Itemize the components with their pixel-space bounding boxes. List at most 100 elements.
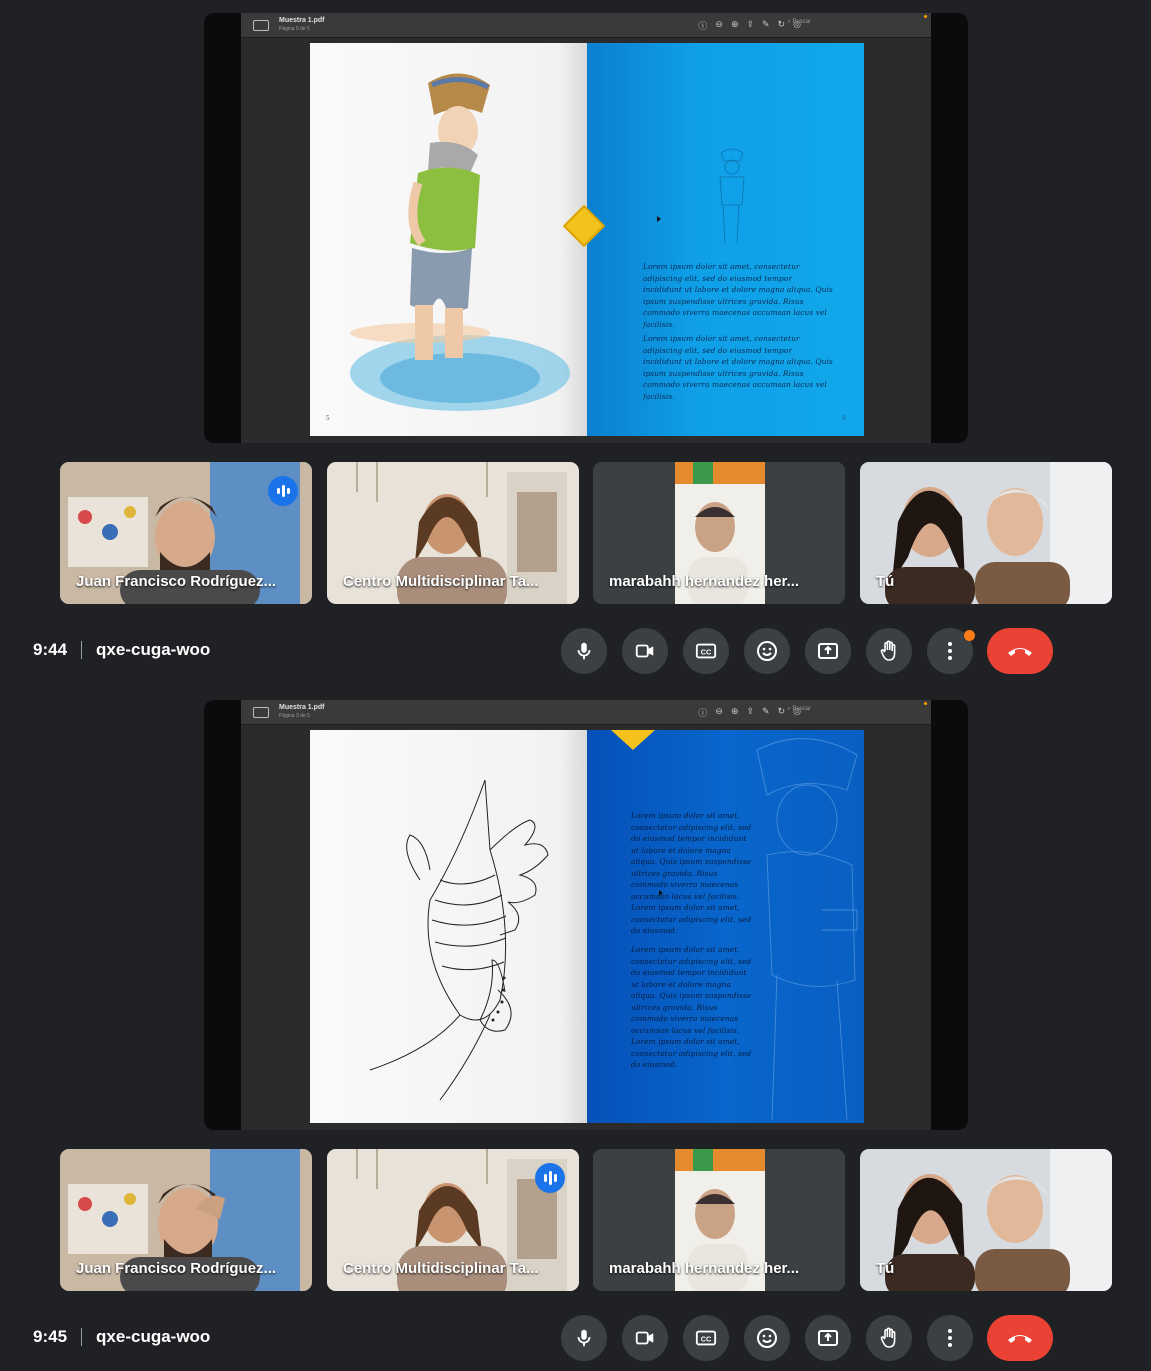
document-title: Muestra 1.pdf — [279, 704, 325, 711]
viewer-toolbar: Muestra 1.pdf Página 3 de 5 ⓘ ⊖ ⊕ ⇪ ✎ ↻ … — [241, 700, 931, 725]
story-text-1: Lorem ipsum dolor sit amet, consectetur … — [643, 262, 833, 329]
participant-tile[interactable]: Centro Multidisciplinar Ta... — [327, 1149, 579, 1291]
participant-tile[interactable]: marabahh hernandez her... — [593, 1149, 845, 1291]
more-options-button[interactable] — [927, 1315, 973, 1361]
markup-pen-icon[interactable]: ✎ — [762, 706, 770, 719]
phone-hangup-icon — [1008, 648, 1032, 656]
search-placeholder: Buscar — [792, 706, 811, 712]
present-button[interactable] — [805, 628, 851, 674]
participant-tile[interactable]: Tú — [860, 1149, 1112, 1291]
reactions-button[interactable] — [744, 628, 790, 674]
share-icon[interactable]: ⇪ — [747, 19, 755, 32]
participant-tile[interactable]: Centro Multidisciplinar Ta... — [327, 462, 579, 604]
captions-button[interactable]: CC — [683, 1315, 729, 1361]
viewer-search[interactable]: ⌕ Buscar — [787, 706, 811, 713]
participant-name: Tú — [876, 573, 895, 590]
sketch-figure — [719, 148, 745, 244]
sidebar-toggle-icon[interactable] — [253, 19, 269, 31]
hand-icon — [880, 640, 896, 661]
search-placeholder: Buscar — [792, 19, 811, 25]
pdf-viewer: Muestra 1.pdf Página 5 de 5 ⓘ ⊖ ⊕ ⇪ ✎ ↻ … — [241, 13, 931, 443]
participant-name: Centro Multidisciplinar Ta... — [343, 1260, 539, 1277]
hand-icon — [880, 1327, 896, 1348]
meet-call-screenshot-1: Muestra 1.pdf Página 5 de 5 ⓘ ⊖ ⊕ ⇪ ✎ ↻ … — [0, 0, 1151, 684]
leave-call-button[interactable] — [987, 628, 1053, 674]
more-options-button[interactable] — [927, 628, 975, 674]
separator — [81, 1328, 83, 1346]
story-text-2: Lorem ipsum dolor sit amet, consectetur … — [631, 945, 752, 1069]
recording-indicator-dot — [924, 15, 927, 18]
viewer-search[interactable]: ⌕ Buscar — [787, 19, 811, 26]
leave-call-button[interactable] — [987, 1315, 1053, 1361]
speaking-indicator-icon — [535, 1163, 565, 1193]
camera-button[interactable] — [622, 628, 668, 674]
more-vertical-icon — [948, 642, 952, 660]
markup-pen-icon[interactable]: ✎ — [762, 19, 770, 32]
shared-screen[interactable]: Muestra 1.pdf Página 3 de 5 ⓘ ⊖ ⊕ ⇪ ✎ ↻ … — [204, 700, 968, 1130]
present-screen-icon — [818, 643, 838, 659]
clock-time: 9:44 — [33, 640, 68, 659]
page-info: Página 5 de 5 — [279, 26, 310, 32]
pdf-viewer: Muestra 1.pdf Página 3 de 5 ⓘ ⊖ ⊕ ⇪ ✎ ↻ … — [241, 700, 931, 1130]
captions-button[interactable]: CC — [683, 628, 729, 674]
video-camera-icon — [635, 1331, 654, 1345]
separator — [81, 641, 83, 659]
closed-captions-icon: CC — [695, 1330, 717, 1346]
shared-screen[interactable]: Muestra 1.pdf Página 5 de 5 ⓘ ⊖ ⊕ ⇪ ✎ ↻ … — [204, 13, 968, 443]
document-info: Muestra 1.pdf Página 5 de 5 — [279, 17, 325, 33]
share-icon[interactable]: ⇪ — [747, 706, 755, 719]
participant-tile[interactable]: Tú — [860, 462, 1112, 604]
viewer-tools: ⓘ ⊖ ⊕ ⇪ ✎ ↻ ◎ — [698, 706, 801, 719]
video-feed — [860, 1149, 1112, 1291]
participant-tile[interactable]: marabahh hernandez her... — [593, 462, 845, 604]
video-feed — [860, 462, 1112, 604]
book-page-right: Lorem ipsum dolor sit amet, consectetur … — [587, 730, 864, 1123]
participant-tile[interactable]: Juan Francisco Rodríguez... — [60, 1149, 312, 1291]
zoom-in-icon[interactable]: ⊕ — [731, 19, 739, 32]
participant-name: Juan Francisco Rodríguez... — [76, 573, 277, 590]
raise-hand-button[interactable] — [866, 628, 912, 674]
svg-text:CC: CC — [701, 648, 712, 657]
svg-text:CC: CC — [701, 1335, 712, 1344]
raise-hand-button[interactable] — [866, 1315, 912, 1361]
sketch-figure-watermark — [756, 738, 858, 1121]
present-button[interactable] — [805, 1315, 851, 1361]
emoji-icon — [757, 641, 777, 661]
viewer-tools: ⓘ ⊖ ⊕ ⇪ ✎ ↻ ◎ — [698, 19, 801, 32]
info-icon[interactable]: ⓘ — [698, 706, 707, 719]
phone-hangup-icon — [1008, 1335, 1032, 1343]
book-page-left: 5 — [310, 43, 587, 436]
story-text-1: Lorem ipsum dolor sit amet, consectetur … — [631, 811, 752, 935]
microphone-button[interactable] — [561, 1315, 607, 1361]
participant-name: Tú — [876, 1260, 895, 1277]
zoom-out-icon[interactable]: ⊖ — [715, 706, 723, 719]
meet-call-screenshot-2: Muestra 1.pdf Página 3 de 5 ⓘ ⊖ ⊕ ⇪ ✎ ↻ … — [0, 687, 1151, 1371]
sidebar-toggle-icon[interactable] — [253, 706, 269, 718]
info-icon[interactable]: ⓘ — [698, 19, 707, 32]
story-text-2: Lorem ipsum dolor sit amet, consectetur … — [643, 334, 833, 401]
zoom-out-icon[interactable]: ⊖ — [715, 19, 723, 32]
rotate-icon[interactable]: ↻ — [778, 19, 786, 32]
meeting-code: qxe-cuga-woo — [96, 640, 211, 659]
participant-name: marabahh hernandez her... — [609, 573, 800, 590]
document-title: Muestra 1.pdf — [279, 17, 325, 24]
book-page-right: Lorem ipsum dolor sit amet, consectetur … — [562, 43, 864, 436]
present-screen-icon — [818, 1330, 838, 1346]
book-page-left — [310, 730, 587, 1123]
yellow-triangle-icon — [611, 730, 655, 750]
closed-captions-icon: CC — [695, 643, 717, 659]
reactions-button[interactable] — [744, 1315, 790, 1361]
participant-tile[interactable]: Juan Francisco Rodríguez... — [60, 462, 312, 604]
document-info: Muestra 1.pdf Página 3 de 5 — [279, 704, 325, 720]
clock-time: 9:45 — [33, 1327, 68, 1346]
microphone-icon — [577, 642, 591, 660]
rotate-icon[interactable]: ↻ — [778, 706, 786, 719]
camera-button[interactable] — [622, 1315, 668, 1361]
zoom-in-icon[interactable]: ⊕ — [731, 706, 739, 719]
mouse-cursor-icon — [657, 216, 661, 222]
more-vertical-icon — [948, 1329, 952, 1347]
page-number-left: 5 — [326, 414, 330, 422]
mouse-cursor-icon — [659, 890, 663, 896]
microphone-button[interactable] — [561, 628, 607, 674]
notification-dot — [964, 630, 975, 641]
